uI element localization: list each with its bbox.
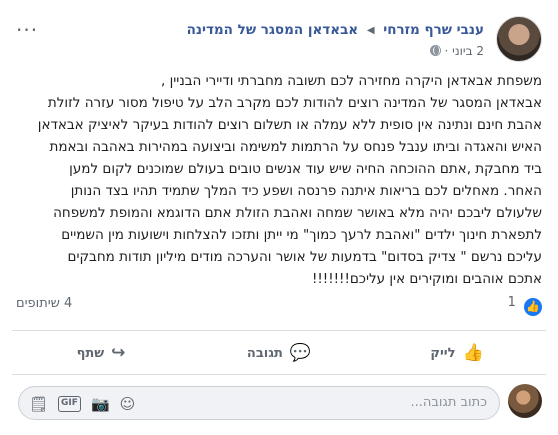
- post-date[interactable]: 2 ביוני: [452, 44, 484, 58]
- current-user-avatar[interactable]: [508, 384, 542, 418]
- post-line: עליכם נרשם " צדיק בסדום" בדמעות של אושר …: [67, 249, 543, 265]
- post-line: אתכם אוהבים ומוקירים אין עליכם!!!!!!!: [311, 271, 542, 287]
- post-meta: 2 ביוני ·: [424, 44, 484, 58]
- reactions-summary[interactable]: 👍 1: [508, 295, 542, 316]
- shares-count[interactable]: 4 שיתופים: [16, 296, 72, 311]
- camera-icon[interactable]: 📷: [91, 396, 110, 412]
- post-line: האיש והאגדה וביתו ענבל פנחס על הרתמות למ…: [49, 139, 542, 155]
- sticker-icon[interactable]: 🗒: [29, 396, 48, 412]
- comment-placeholder: כתוב תגובה...: [410, 395, 487, 410]
- speech-bubble-icon: 💬: [289, 343, 312, 363]
- post-line: לתפארת חינוך ילדים "ואהבת לרעך כמוך" מי …: [61, 227, 542, 243]
- share-label: שתף: [76, 345, 105, 361]
- post-body: משפחת אבאדאן היקרה מחזירה לכם תשובה מחבר…: [14, 70, 542, 290]
- like-button[interactable]: 👍 לייק: [368, 334, 546, 372]
- post-stats: 👍 1 4 שיתופים: [16, 292, 542, 316]
- post-title: ענבי שרף מזרחי ◀ אבאדאן המסגר של המדינה: [187, 22, 484, 38]
- thumbs-up-icon: 👍: [462, 343, 484, 363]
- group-name[interactable]: אבאדאן המסגר של המדינה: [187, 22, 359, 38]
- more-options-icon[interactable]: ···: [16, 20, 38, 40]
- author-name[interactable]: ענבי שרף מזרחי: [383, 22, 484, 38]
- post-card: ענבי שרף מזרחי ◀ אבאדאן המסגר של המדינה …: [0, 0, 558, 435]
- post-line: שלעולם ליבכם יהיה מלא באושר שמחה ואהבת ה…: [53, 205, 542, 221]
- gif-icon[interactable]: GIF: [58, 396, 81, 412]
- comment-composer: כתוב תגובה... 🗒 GIF 📷 ☺: [12, 380, 546, 424]
- divider: [12, 374, 546, 375]
- share-button[interactable]: ↪ שתף: [12, 334, 190, 372]
- emoji-icon[interactable]: ☺: [120, 396, 136, 412]
- share-arrow-icon: ↪: [111, 343, 126, 363]
- comment-input[interactable]: כתוב תגובה... 🗒 GIF 📷 ☺: [18, 386, 500, 420]
- action-bar: 👍 לייק 💬 תגובה ↪ שתף: [12, 334, 546, 372]
- like-badge-icon: 👍: [524, 298, 542, 316]
- divider: [12, 330, 546, 331]
- author-avatar[interactable]: [496, 16, 542, 62]
- post-line: משפחת אבאדאן היקרה מחזירה לכם תשובה מחבר…: [161, 73, 542, 89]
- post-line: ביד מחבקת ,אתם ההוכחה החיה שיש עוד אנשים…: [69, 161, 542, 177]
- like-label: לייק: [430, 345, 456, 361]
- post-line: אבאדאן המסגר של המדינה רוצים להודות לכם …: [47, 95, 542, 111]
- likes-count: 1: [507, 295, 516, 310]
- post-line: אהבת חינם ונתינה אין סופית ללא עמלה או ת…: [37, 117, 542, 133]
- comment-label: תגובה: [246, 345, 283, 361]
- triangle-right-icon: ◀: [366, 25, 375, 36]
- comment-button[interactable]: 💬 תגובה: [190, 334, 368, 372]
- post-line: האחר. מאחלים לכם בריאות איתנה פרנסה ושפע…: [70, 183, 542, 199]
- comment-tools: 🗒 GIF 📷 ☺: [29, 396, 135, 412]
- globe-icon[interactable]: [429, 45, 441, 56]
- post-header: ענבי שרף מזרחי ◀ אבאדאן המסגר של המדינה …: [16, 16, 542, 64]
